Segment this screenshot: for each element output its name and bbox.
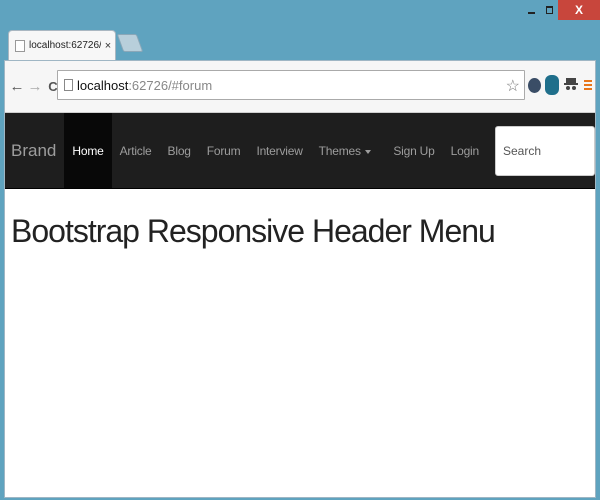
minimize-icon <box>527 12 535 14</box>
page-favicon-icon <box>15 39 25 52</box>
page-title: Bootstrap Responsive Header Menu <box>11 213 496 249</box>
browser-toolbar: ← → C localhost:62726/#forum ☆ <box>5 61 595 113</box>
tab-close-icon[interactable]: × <box>101 40 115 52</box>
tab-title: localhost:62726/#forum <box>29 40 101 51</box>
url-host: localhost <box>77 77 129 93</box>
extension-icons <box>528 75 593 95</box>
nav-item-themes-dropdown[interactable]: Themes <box>311 113 379 188</box>
minimize-button[interactable] <box>522 0 540 20</box>
nav-item-blog[interactable]: Blog <box>160 113 199 188</box>
close-window-button[interactable]: X <box>558 0 600 20</box>
navbar-brand[interactable]: Brand <box>5 113 64 188</box>
maximize-button[interactable] <box>540 0 558 20</box>
url-path: :62726/#forum <box>128 77 213 93</box>
nav-item-home[interactable]: Home <box>64 113 112 188</box>
back-button[interactable]: ← <box>9 77 25 97</box>
browser-window: ← → C localhost:62726/#forum ☆ Brand Ho… <box>4 60 596 498</box>
window-controls: X <box>522 0 600 22</box>
new-tab-button[interactable] <box>116 34 144 52</box>
site-navbar: Brand Home Article Blog Forum Interview … <box>5 113 595 189</box>
forward-button[interactable]: → <box>27 77 43 97</box>
nav-item-login[interactable]: Login <box>443 113 487 188</box>
menu-icon[interactable] <box>583 75 593 95</box>
extension-icon[interactable] <box>545 75 559 95</box>
navbar-right: Sign Up Login <box>385 113 595 188</box>
search-input[interactable] <box>495 125 595 176</box>
incognito-extension-icon[interactable] <box>563 76 579 94</box>
bookmark-star-icon[interactable]: ☆ <box>506 76 520 96</box>
extension-icon[interactable] <box>528 77 541 93</box>
nav-item-forum[interactable]: Forum <box>199 113 249 188</box>
themes-label: Themes <box>318 143 361 158</box>
caret-down-icon <box>364 149 371 154</box>
browser-tab[interactable]: localhost:62726/#forum × <box>8 30 116 60</box>
page-icon <box>64 79 73 91</box>
spy-glyph <box>564 78 578 90</box>
address-bar[interactable]: localhost:62726/#forum ☆ <box>57 70 525 100</box>
nav-item-signup[interactable]: Sign Up <box>385 113 442 188</box>
tab-strip: localhost:62726/#forum × <box>4 26 596 62</box>
page-content: Bootstrap Responsive Header Menu <box>5 189 595 274</box>
maximize-icon <box>545 6 553 14</box>
nav-item-interview[interactable]: Interview <box>248 113 310 188</box>
nav-item-article[interactable]: Article <box>112 113 160 188</box>
